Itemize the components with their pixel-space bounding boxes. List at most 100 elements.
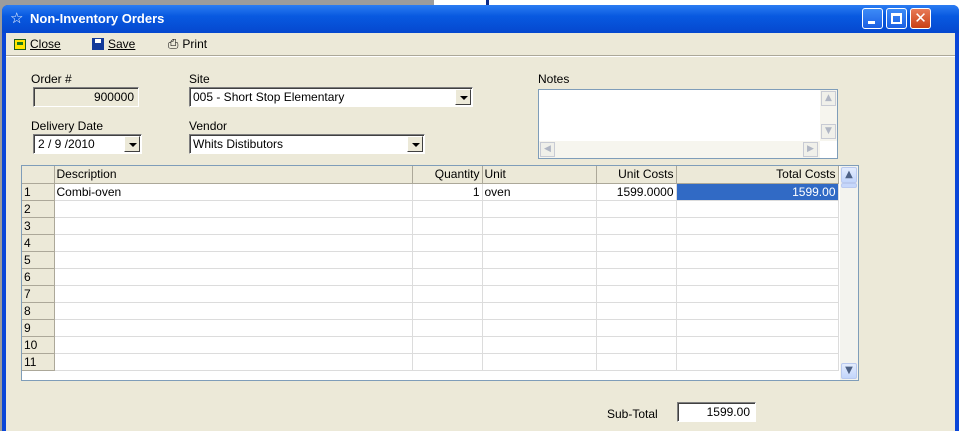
grid-scroll-up-icon[interactable]: ▲ [841, 167, 857, 183]
quantity-cell[interactable] [412, 319, 483, 337]
total-cost-cell[interactable] [676, 251, 839, 269]
total-cost-cell[interactable] [676, 268, 839, 286]
notes-scroll-up-icon[interactable]: ▲ [821, 91, 836, 106]
unit-cost-cell[interactable] [596, 336, 677, 354]
column-header-unit-costs[interactable]: Unit Costs [596, 166, 677, 184]
description-cell[interactable] [54, 285, 413, 303]
unit-cost-cell[interactable] [596, 285, 677, 303]
table-row[interactable]: 5 [22, 251, 839, 269]
table-row[interactable]: 7 [22, 285, 839, 303]
unit-cost-cell[interactable] [596, 319, 677, 337]
unit-cost-cell[interactable] [596, 200, 677, 218]
notes-scroll-right-icon[interactable]: ▶ [803, 142, 818, 157]
description-cell[interactable] [54, 319, 413, 337]
total-cost-cell[interactable] [676, 336, 839, 354]
grid-scroll-thumb[interactable] [841, 183, 857, 188]
site-dropdown-arrow-icon[interactable] [455, 89, 471, 105]
unit-cost-cell[interactable] [596, 353, 677, 371]
unit-cell[interactable] [482, 268, 597, 286]
table-row[interactable]: 9 [22, 319, 839, 337]
description-cell[interactable] [54, 251, 413, 269]
quantity-cell[interactable] [412, 285, 483, 303]
quantity-cell[interactable] [412, 302, 483, 320]
title-bar[interactable]: ☆ Non-Inventory Orders ✕ [2, 5, 959, 33]
total-cost-cell[interactable] [676, 285, 839, 303]
minimize-button[interactable] [862, 8, 883, 29]
total-cost-cell[interactable] [676, 353, 839, 371]
description-cell[interactable] [54, 234, 413, 252]
description-cell[interactable] [54, 268, 413, 286]
quantity-cell[interactable] [412, 336, 483, 354]
unit-cost-cell[interactable] [596, 302, 677, 320]
table-row[interactable]: 6 [22, 268, 839, 286]
unit-cost-cell[interactable] [596, 234, 677, 252]
unit-cost-cell[interactable] [596, 251, 677, 269]
table-row[interactable]: 11 [22, 353, 839, 371]
notes-textarea[interactable]: ▲ ▼ ◀ ▶ [538, 89, 838, 159]
notes-scroll-down-icon[interactable]: ▼ [821, 124, 836, 139]
order-lines-table: Description Quantity Unit Unit Costs Tot… [22, 166, 839, 371]
total-cost-cell[interactable] [676, 200, 839, 218]
table-row[interactable]: 10 [22, 336, 839, 354]
maximize-button[interactable] [886, 8, 907, 29]
quantity-cell[interactable] [412, 217, 483, 235]
total-cost-cell[interactable] [676, 319, 839, 337]
total-cost-cell[interactable]: 1599.00 [676, 183, 839, 201]
quantity-cell[interactable]: 1 [412, 183, 483, 201]
close-button[interactable]: Close [14, 37, 61, 51]
notes-vertical-scrollbar[interactable]: ▲ ▼ [820, 90, 837, 141]
unit-cell[interactable] [482, 336, 597, 354]
unit-cell[interactable] [482, 285, 597, 303]
column-header-description[interactable]: Description [54, 166, 413, 184]
total-cost-cell[interactable] [676, 302, 839, 320]
quantity-cell[interactable] [412, 251, 483, 269]
quantity-cell[interactable] [412, 268, 483, 286]
total-cost-cell[interactable] [676, 217, 839, 235]
description-cell[interactable] [54, 336, 413, 354]
grid-vertical-scrollbar[interactable]: ▲ ▼ [840, 166, 858, 380]
unit-cost-cell[interactable]: 1599.0000 [596, 183, 677, 201]
column-header-total-costs[interactable]: Total Costs [676, 166, 839, 184]
window-title: Non-Inventory Orders [30, 11, 165, 26]
order-lines-grid[interactable]: Description Quantity Unit Unit Costs Tot… [21, 165, 859, 381]
site-dropdown[interactable]: 005 - Short Stop Elementary [189, 87, 473, 107]
table-row[interactable]: 3 [22, 217, 839, 235]
column-header-quantity[interactable]: Quantity [412, 166, 483, 184]
unit-cell[interactable] [482, 217, 597, 235]
notes-horizontal-scrollbar[interactable]: ◀ ▶ [539, 141, 820, 158]
table-row[interactable]: 2 [22, 200, 839, 218]
print-button[interactable]: ⎙ Print [168, 37, 207, 51]
vendor-dropdown[interactable]: Whits Distibutors [189, 134, 425, 154]
quantity-cell[interactable] [412, 200, 483, 218]
unit-cost-cell[interactable] [596, 268, 677, 286]
unit-cost-cell[interactable] [596, 217, 677, 235]
save-button[interactable]: Save [92, 37, 135, 51]
description-cell[interactable] [54, 200, 413, 218]
grid-scroll-down-icon[interactable]: ▼ [841, 363, 857, 379]
delivery-date-picker[interactable]: 2 / 9 /2010 [33, 134, 142, 154]
column-header-row-number [22, 166, 55, 184]
quantity-cell[interactable] [412, 353, 483, 371]
vendor-dropdown-arrow-icon[interactable] [407, 136, 423, 152]
description-cell[interactable]: Combi-oven [54, 183, 413, 201]
table-row[interactable]: 8 [22, 302, 839, 320]
description-cell[interactable] [54, 353, 413, 371]
table-row[interactable]: 4 [22, 234, 839, 252]
column-header-unit[interactable]: Unit [482, 166, 597, 184]
description-cell[interactable] [54, 217, 413, 235]
unit-cell[interactable] [482, 353, 597, 371]
total-cost-cell[interactable] [676, 234, 839, 252]
unit-cell[interactable] [482, 200, 597, 218]
unit-cell[interactable] [482, 251, 597, 269]
close-window-button[interactable]: ✕ [910, 8, 931, 29]
unit-cell[interactable]: oven [482, 183, 597, 201]
delivery-date-dropdown-icon[interactable] [124, 136, 140, 152]
unit-cell[interactable] [482, 302, 597, 320]
unit-cell[interactable] [482, 319, 597, 337]
quantity-cell[interactable] [412, 234, 483, 252]
notes-scroll-left-icon[interactable]: ◀ [540, 142, 555, 157]
unit-cell[interactable] [482, 234, 597, 252]
subtotal-field: 1599.00 [677, 402, 756, 422]
table-row[interactable]: 1 Combi-oven 1 oven 1599.0000 1599.00 [22, 183, 839, 201]
description-cell[interactable] [54, 302, 413, 320]
